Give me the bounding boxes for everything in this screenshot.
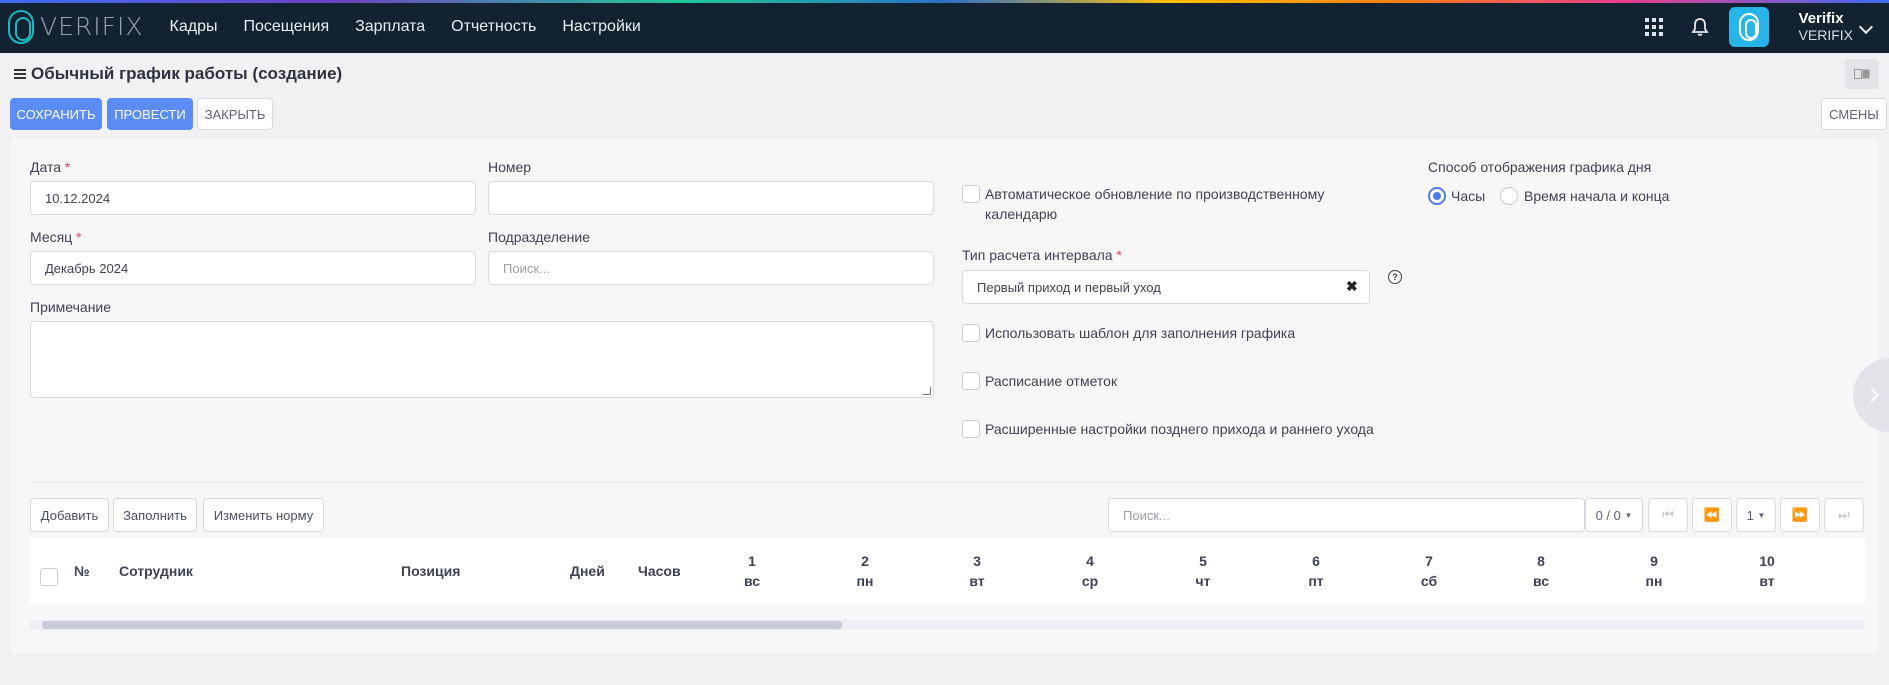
interval-type-select[interactable]: Первый приход и первый уход — [962, 270, 1370, 304]
user-org: VERIFIX — [1798, 26, 1853, 43]
company-avatar[interactable] — [1728, 6, 1769, 47]
bell-icon[interactable] — [1690, 17, 1709, 37]
column-employee[interactable]: Сотрудник — [119, 561, 193, 581]
advanced-settings-label: Расширенные настройки позднего прихода и… — [985, 421, 1374, 437]
save-button[interactable]: СОХРАНИТЬ — [10, 98, 102, 130]
clear-icon[interactable]: ✖ — [1346, 278, 1358, 295]
prev-page-icon[interactable]: ⏪ — [1692, 498, 1732, 532]
column-day[interactable]: 2 пн — [845, 551, 885, 591]
count-value: 0 / 0 — [1595, 507, 1621, 523]
page-value: 1 — [1746, 507, 1754, 523]
caret-down-icon: ▼ — [1624, 510, 1633, 520]
logo-text: VERIFIX — [40, 12, 144, 41]
column-days[interactable]: Дней — [570, 561, 605, 581]
table-header — [30, 538, 1865, 604]
nav-item-reports[interactable]: Отчетность — [451, 18, 536, 36]
accent-stripe — [0, 0, 1889, 3]
division-search-input[interactable]: Поиск... — [488, 251, 934, 285]
radio-hours[interactable] — [1428, 187, 1446, 205]
note-label: Примечание — [30, 299, 112, 315]
add-button[interactable]: Добавить — [30, 498, 109, 532]
nav-item-attendance[interactable]: Посещения — [243, 18, 329, 36]
page-title-text: Обычный график работы (создание) — [31, 64, 343, 83]
month-label: Месяц * — [30, 229, 82, 245]
nav-item-hr[interactable]: Кадры — [170, 18, 218, 36]
first-page-icon[interactable]: ⏮ — [1648, 498, 1688, 532]
user-menu[interactable]: Verifix VERIFIX — [1798, 9, 1853, 43]
column-day[interactable]: 10 вт — [1747, 551, 1787, 591]
month-field[interactable]: Декабрь 2024 — [30, 251, 476, 285]
auto-update-checkbox[interactable] — [962, 185, 980, 203]
last-page-icon[interactable]: ⏭ — [1824, 498, 1864, 532]
use-template-label: Использовать шаблон для заполнения графи… — [985, 325, 1296, 341]
column-day[interactable]: 6 пт — [1296, 551, 1336, 591]
post-button[interactable]: ПРОВЕСТИ — [107, 98, 193, 130]
radio-start-end-label: Время начала и конца — [1524, 188, 1670, 204]
logo[interactable]: VERIFIX — [8, 0, 144, 53]
page-title: Обычный график работы (создание) — [14, 64, 342, 84]
top-navbar: VERIFIX Кадры Посещения Зарплата Отчетно… — [0, 0, 1889, 53]
column-day[interactable]: 9 пн — [1634, 551, 1674, 591]
column-number[interactable]: № — [74, 561, 90, 581]
fill-button[interactable]: Заполнить — [113, 498, 197, 532]
division-label: Подразделение — [488, 229, 591, 245]
resize-handle-icon[interactable] — [923, 387, 931, 395]
shifts-button[interactable]: СМЕНЫ — [1821, 98, 1887, 130]
radio-start-end[interactable] — [1500, 187, 1518, 205]
scrollbar-thumb[interactable] — [42, 621, 842, 629]
advanced-settings-checkbox[interactable] — [962, 420, 980, 438]
grid-search-input[interactable]: Поиск... — [1108, 498, 1585, 532]
caret-down-icon: ▼ — [1757, 510, 1766, 520]
column-day[interactable]: 1 вс — [732, 551, 772, 591]
page-dropdown[interactable]: 1 ▼ — [1736, 498, 1776, 532]
main-nav: Кадры Посещения Зарплата Отчетность Наст… — [170, 18, 667, 36]
select-all-checkbox[interactable] — [40, 568, 58, 586]
chevron-down-icon[interactable] — [1858, 19, 1874, 35]
nav-item-payroll[interactable]: Зарплата — [355, 18, 425, 36]
auto-update-label: Автоматическое обновление по производств… — [985, 186, 1325, 222]
fingerprint-logo-icon — [8, 9, 34, 44]
divider — [30, 482, 1865, 483]
nav-item-settings[interactable]: Настройки — [562, 18, 640, 36]
next-page-icon[interactable]: ⏩ — [1780, 498, 1820, 532]
column-day[interactable]: 8 вс — [1521, 551, 1561, 591]
horizontal-scrollbar[interactable] — [30, 620, 1865, 630]
column-position[interactable]: Позиция — [401, 561, 460, 581]
number-field[interactable] — [488, 181, 934, 215]
use-template-checkbox[interactable] — [962, 324, 980, 342]
chevron-right-icon — [1864, 387, 1880, 403]
number-label: Номер — [488, 159, 532, 175]
column-day[interactable]: 5 чт — [1183, 551, 1223, 591]
display-mode-label: Способ отображения графика дня — [1428, 159, 1652, 175]
note-textarea[interactable] — [30, 321, 934, 398]
marks-schedule-checkbox[interactable] — [962, 372, 980, 390]
help-icon[interactable]: ? — [1388, 270, 1402, 284]
date-field[interactable]: 10.12.2024 — [30, 181, 476, 215]
column-day[interactable]: 3 вт — [957, 551, 997, 591]
column-day[interactable]: 7 сб — [1409, 551, 1449, 591]
change-norm-button[interactable]: Изменить норму — [203, 498, 324, 532]
menu-icon[interactable] — [14, 69, 26, 79]
fingerprint-icon — [1738, 12, 1759, 41]
apps-grid-icon[interactable] — [1644, 17, 1663, 36]
marks-schedule-label: Расписание отметок — [985, 373, 1118, 389]
translate-icon[interactable] — [1845, 59, 1879, 89]
count-dropdown[interactable]: 0 / 0 ▼ — [1585, 498, 1643, 532]
column-day[interactable]: 4 ср — [1070, 551, 1110, 591]
close-button[interactable]: ЗАКРЫТЬ — [197, 98, 273, 130]
user-name: Verifix — [1798, 9, 1844, 27]
interval-type-label: Тип расчета интервала * — [962, 247, 1122, 263]
date-label: Дата * — [30, 159, 71, 175]
column-hours[interactable]: Часов — [638, 561, 681, 581]
radio-hours-label: Часы — [1451, 188, 1486, 204]
